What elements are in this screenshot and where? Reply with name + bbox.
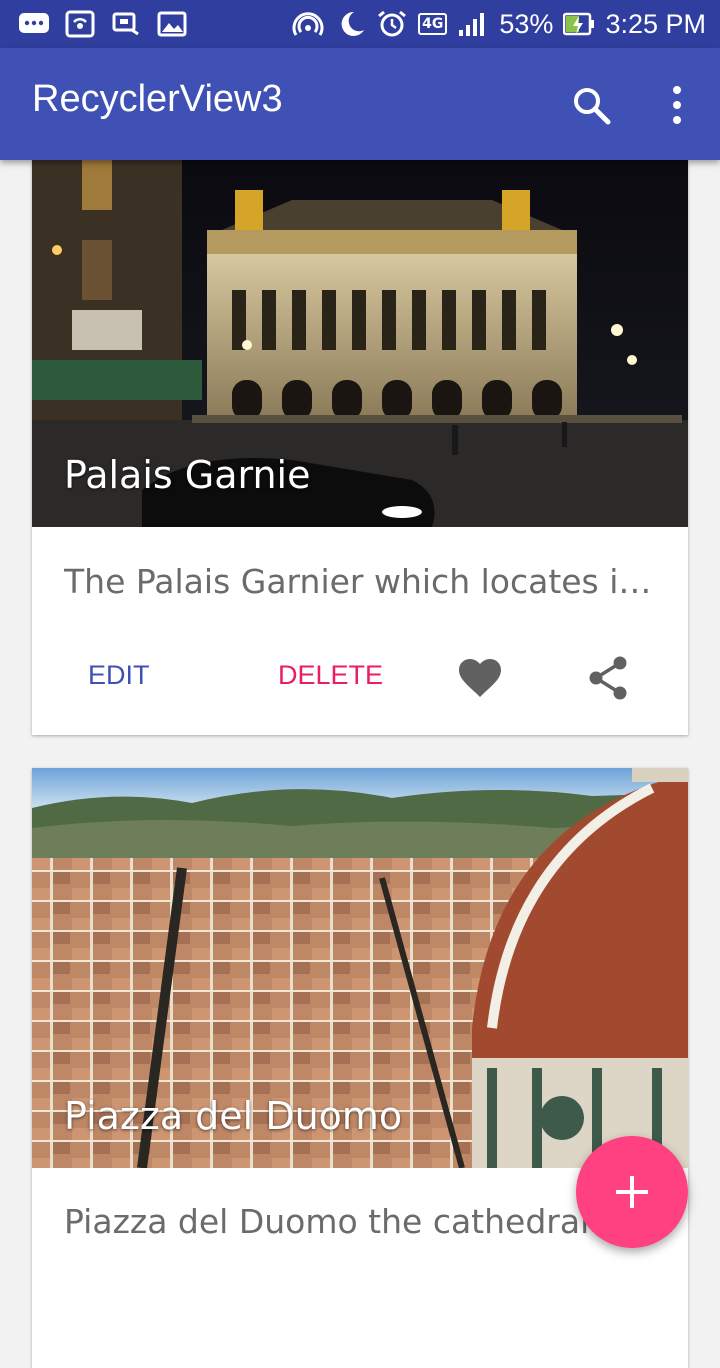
- status-bar: 4G 53% 3:25 PM: [0, 0, 720, 48]
- more-vert-icon[interactable]: [654, 82, 700, 128]
- place-card: Piazza del Duomo Piazza del Duomo the ca…: [32, 768, 688, 1368]
- card-description: The Palais Garnier which locates in Pari…: [64, 562, 654, 601]
- plus-icon: [616, 1176, 648, 1208]
- card-title: Palais Garnie: [64, 453, 311, 497]
- app-bar: RecyclerView3: [0, 48, 720, 160]
- add-fab-button[interactable]: [576, 1136, 688, 1248]
- card-title: Piazza del Duomo: [64, 1094, 403, 1138]
- app-title: RecyclerView3: [32, 78, 283, 120]
- image-icon: [156, 10, 188, 38]
- hotspot-icon: [64, 10, 96, 38]
- delete-button[interactable]: DELETE: [278, 660, 383, 691]
- piazza-del-duomo-photo: Piazza del Duomo: [32, 768, 688, 1168]
- search-icon[interactable]: [568, 82, 614, 128]
- alarm-icon: [376, 10, 408, 38]
- battery-percent: 53%: [499, 8, 554, 39]
- heart-icon[interactable]: [456, 654, 504, 702]
- message-icon: [18, 10, 50, 38]
- battery-charging-icon: [563, 10, 595, 38]
- card-actions: EDIT DELETE: [32, 648, 688, 728]
- network-type-badge: 4G: [418, 13, 448, 35]
- usb-debug-icon: [110, 10, 142, 38]
- do-not-disturb-moon-icon: [334, 10, 366, 38]
- clock: 3:25 PM: [605, 8, 706, 39]
- palais-garnier-photo: Palais Garnie: [32, 160, 688, 527]
- wifi-hotspot-icon: [292, 10, 324, 38]
- signal-strength-icon: [457, 10, 489, 38]
- place-card: Palais Garnie The Palais Garnier which l…: [32, 160, 688, 735]
- share-icon[interactable]: [586, 654, 630, 702]
- edit-button[interactable]: EDIT: [88, 660, 150, 691]
